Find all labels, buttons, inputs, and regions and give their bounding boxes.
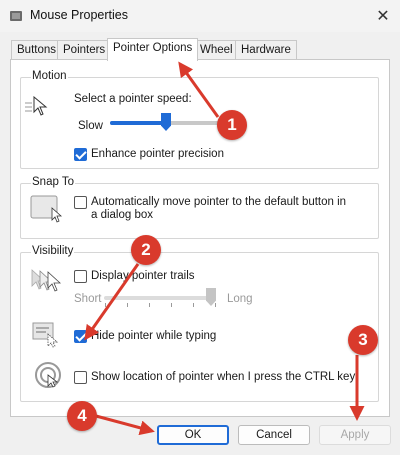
speed-lines-icon [25, 102, 32, 112]
pointer-speed-label: Select a pointer speed: [74, 93, 192, 105]
title-bar: Mouse Properties ✕ [0, 0, 400, 32]
motion-group-title: Motion [31, 70, 68, 82]
visibility-group-title: Visibility [31, 245, 75, 257]
show-location-icon [35, 362, 61, 388]
trails-tick [171, 303, 172, 307]
speed-track-fill [110, 121, 166, 125]
tab-pointers[interactable]: Pointers [57, 40, 112, 60]
pointer-trails-label: Display pointer trails [91, 270, 195, 282]
snap-to-checkbox[interactable] [74, 196, 87, 209]
trails-track [104, 296, 216, 300]
hide-pointer-icon [32, 322, 58, 348]
snap-to-group-title: Snap To [31, 176, 75, 188]
hide-pointer-checkbox[interactable] [74, 330, 87, 343]
snap-to-label: Automatically move pointer to the defaul… [91, 196, 347, 221]
close-icon: ✕ [376, 8, 390, 25]
tab-buttons[interactable]: Buttons [11, 40, 62, 60]
trails-tick [149, 303, 150, 307]
pointer-trails-icon [31, 269, 62, 292]
snap-to-icon [30, 195, 63, 223]
annotation-marker-4: 4 [67, 401, 97, 431]
apply-button[interactable]: Apply [319, 425, 391, 445]
show-location-checkbox[interactable] [74, 371, 87, 384]
trails-short-label: Short [74, 293, 102, 305]
tab-strip: Buttons Pointers Pointer Options Wheel H… [0, 38, 400, 61]
tab-wheel[interactable]: Wheel [194, 40, 239, 60]
enhance-precision-label: Enhance pointer precision [91, 148, 224, 160]
ok-button[interactable]: OK [157, 425, 229, 445]
cancel-button[interactable]: Cancel [238, 425, 310, 445]
mouse-icon [10, 11, 22, 21]
arrow-4 [95, 414, 155, 436]
trails-tick [105, 303, 106, 307]
annotation-marker-2: 2 [131, 235, 161, 265]
trails-tick [193, 303, 194, 307]
annotation-marker-3: 3 [348, 325, 378, 355]
slow-label: Slow [78, 120, 103, 132]
trails-long-label: Long [227, 293, 253, 305]
trails-tick [215, 303, 216, 307]
tab-pointer-options[interactable]: Pointer Options [107, 38, 199, 61]
pointer-speed-icon [33, 96, 48, 116]
show-location-label: Show location of pointer when I press th… [91, 371, 356, 383]
pointer-trails-checkbox[interactable] [74, 270, 87, 283]
trails-tick [127, 303, 128, 307]
window-title: Mouse Properties [30, 8, 128, 22]
enhance-precision-checkbox[interactable] [74, 148, 87, 161]
close-button[interactable]: ✕ [366, 0, 400, 32]
tab-hardware[interactable]: Hardware [235, 40, 297, 60]
annotation-marker-1: 1 [217, 110, 247, 140]
hide-pointer-label: Hide pointer while typing [91, 330, 217, 342]
